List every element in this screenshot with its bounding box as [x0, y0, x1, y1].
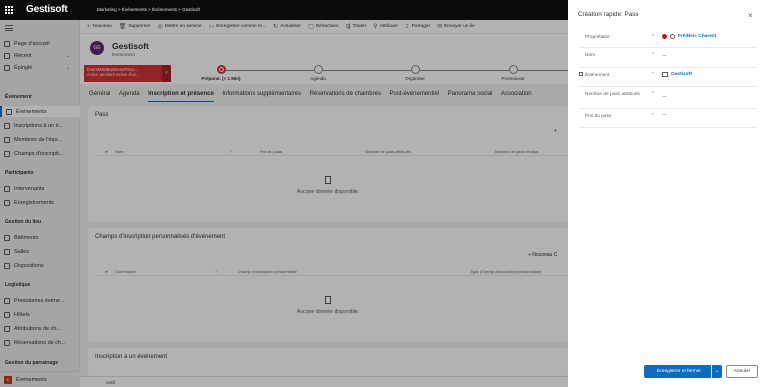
pass-price-field[interactable]: Prix du pass * ---	[578, 109, 758, 128]
required-icon: *	[652, 34, 654, 39]
brand-name[interactable]: Gestisoft	[26, 4, 68, 15]
required-icon: *	[652, 91, 654, 96]
app-launcher-icon[interactable]	[5, 6, 13, 14]
pass-allocated-field[interactable]: Nombre de pass attribués * ---	[578, 87, 758, 109]
close-icon[interactable]: ×	[748, 11, 753, 20]
event-field[interactable]: Événement * Gestisoft	[578, 68, 758, 87]
panel-title: Création rapide: Pass	[578, 11, 639, 18]
required-icon: *	[652, 113, 654, 118]
person-icon	[670, 34, 675, 39]
chevron-down-icon[interactable]: ⌄	[715, 368, 719, 374]
name-field[interactable]: Nom * ---	[578, 48, 758, 68]
modal-overlay	[0, 20, 568, 387]
pass-price-input[interactable]: ---	[662, 113, 667, 118]
save-and-close-button[interactable]: Enregistrer et fermer ⌄	[644, 365, 722, 378]
event-icon	[662, 72, 668, 77]
required-icon: *	[652, 72, 654, 77]
owner-field[interactable]: Propriétaire * Frédéric Charest	[578, 30, 758, 48]
breadcrumb[interactable]: Marketing > Événements > Événements > Ge…	[97, 7, 200, 12]
cancel-button[interactable]: Annuler	[726, 365, 758, 378]
quick-create-panel: Création rapide: Pass × Propriétaire * F…	[568, 0, 768, 387]
presence-icon	[662, 34, 667, 39]
name-input[interactable]: ---	[662, 54, 667, 59]
required-icon: *	[652, 52, 654, 57]
pass-allocated-input[interactable]: ---	[662, 95, 667, 100]
lock-icon	[579, 72, 583, 76]
